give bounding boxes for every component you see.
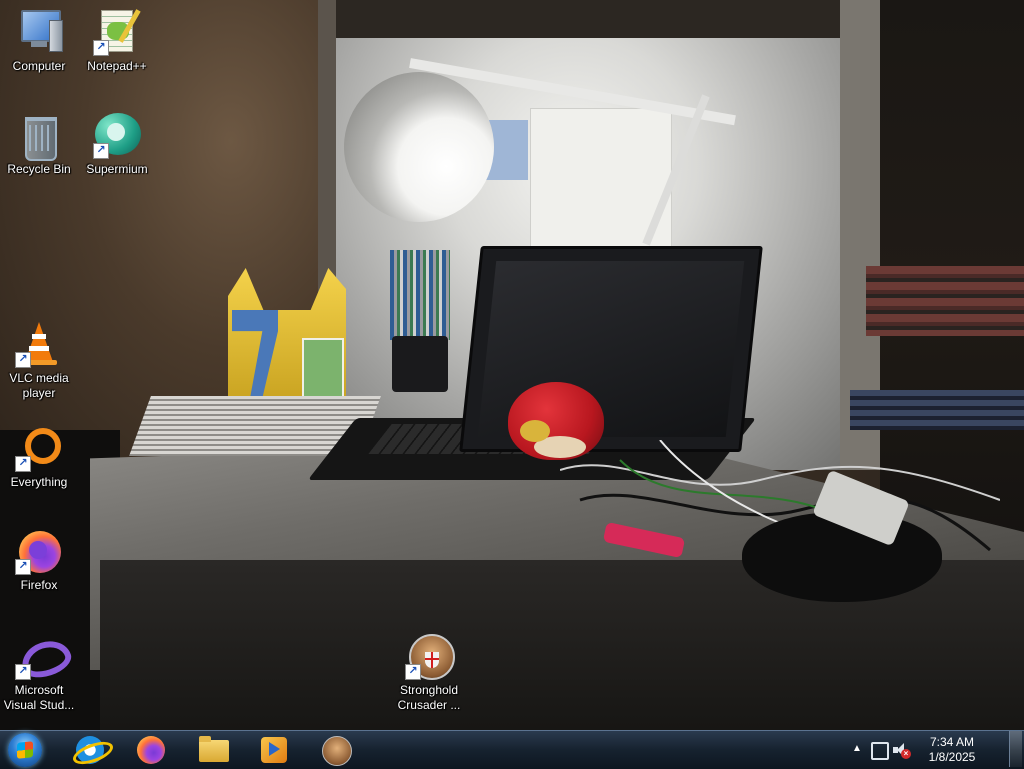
show-hidden-icons-button[interactable]: ▲ (852, 743, 862, 754)
notepadpp-icon: ↗ (93, 8, 141, 56)
plush-beak (520, 420, 550, 442)
clock-date: 1/8/2025 (928, 750, 976, 764)
firefox-icon (137, 736, 165, 764)
desktop-icon-firefox[interactable]: ↗ Firefox (1, 527, 77, 593)
mute-indicator: × (901, 749, 911, 759)
desktop-icon-supermium[interactable]: ↗ Supermium (79, 111, 155, 177)
desktop-icon-label: Everything (10, 475, 68, 489)
desktop-icon-label: Firefox (20, 578, 58, 592)
clock[interactable]: 7:34 AM 1/8/2025 (919, 735, 985, 765)
desktop-icon-recycle-bin[interactable]: Recycle Bin (1, 111, 77, 177)
shortcut-arrow-icon: ↗ (15, 664, 31, 680)
shortcut-arrow-icon: ↗ (15, 352, 31, 368)
shortcut-arrow-icon: ↗ (93, 40, 109, 56)
internet-explorer-icon (70, 736, 116, 769)
start-button[interactable] (8, 733, 42, 767)
desktop-icon-label: VLC media player (9, 371, 69, 400)
desktop-wallpaper (0, 0, 1024, 730)
show-desktop-button[interactable] (1009, 731, 1022, 767)
pencils (390, 250, 450, 340)
network-icon[interactable] (871, 742, 889, 760)
media-player-icon (260, 736, 288, 764)
desktop-icon-everything[interactable]: ↗ Everything (1, 424, 77, 490)
taskbar-internet-explorer[interactable] (66, 733, 116, 769)
shortcut-arrow-icon: ↗ (15, 559, 31, 575)
desktop-icon-label: Notepad++ (87, 59, 147, 73)
laptop-screen (459, 246, 763, 452)
folder-icon (199, 736, 229, 764)
desktop-icon-label: Computer (12, 59, 66, 73)
shelf-frame-top (318, 0, 878, 38)
desktop-icon-notepadpp[interactable]: ↗ Notepad++ (79, 8, 155, 74)
shortcut-arrow-icon: ↗ (93, 143, 109, 159)
desktop-icon-vlc[interactable]: ↗ VLC media player (1, 320, 77, 401)
desktop-icon-label: Stronghold Crusader ... (397, 683, 461, 712)
start-orb-icon (17, 741, 33, 759)
taskbar-media-player[interactable] (250, 733, 298, 767)
shortcut-arrow-icon: ↗ (15, 456, 31, 472)
taskbar: ▲ × 7:34 AM 1/8/2025 (0, 730, 1024, 769)
supermium-icon: ↗ (93, 111, 141, 159)
taskbar-firefox[interactable] (127, 733, 175, 767)
pencil-cup (392, 336, 448, 392)
desktop-icon-visual-studio[interactable]: ↗ Microsoft Visual Stud... (1, 632, 77, 713)
clock-time: 7:34 AM (929, 735, 975, 749)
taskbar-explorer[interactable] (189, 733, 237, 767)
desktop-icon-label: Microsoft Visual Stud... (3, 683, 75, 712)
firefox-icon: ↗ (15, 527, 63, 575)
vlc-icon: ↗ (15, 320, 63, 368)
computer-icon (15, 8, 63, 56)
stacked-books (866, 266, 1024, 336)
visual-studio-icon: ↗ (15, 632, 76, 683)
recycle-bin-icon (15, 111, 63, 161)
shortcut-arrow-icon: ↗ (405, 664, 421, 680)
everything-icon: ↗ (15, 424, 63, 472)
stronghold-icon: ↗ (405, 632, 455, 680)
system-tray: ▲ × 7:34 AM 1/8/2025 (849, 731, 1024, 769)
desktop-icon-stronghold[interactable]: ↗ Stronghold Crusader ... (391, 632, 467, 713)
desktop-icon-label: Supermium (86, 162, 148, 176)
binder (850, 390, 1024, 430)
stronghold-icon (322, 736, 352, 766)
taskbar-stronghold[interactable] (312, 733, 360, 767)
desktop-icon-label: Recycle Bin (7, 162, 71, 176)
volume-muted-icon[interactable]: × (893, 743, 911, 759)
desktop-icon-computer[interactable]: Computer (1, 8, 77, 74)
